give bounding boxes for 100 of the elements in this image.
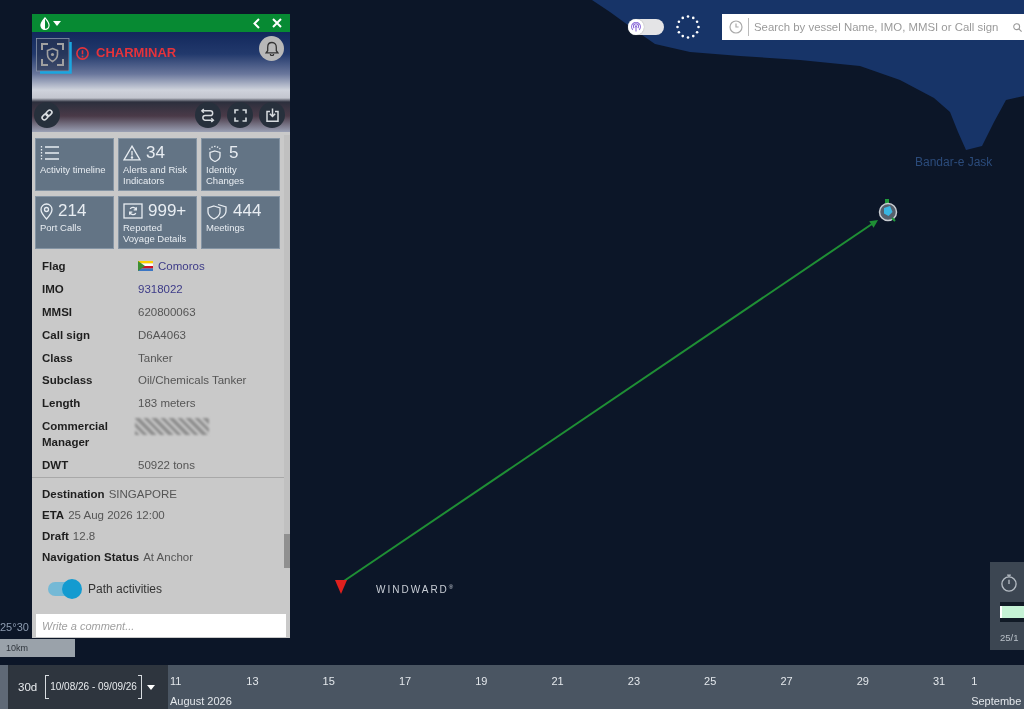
detail-label: Length (42, 396, 82, 412)
tile-label: Alerts and Risk Indicators (123, 165, 188, 186)
coordinate-label: 25°30 (0, 620, 29, 634)
comment-field[interactable]: Write a comment... (36, 614, 286, 637)
voyage-value: SINGAPORE (108, 487, 177, 500)
download-icon (265, 108, 279, 122)
route-icon (201, 107, 215, 123)
date-range: 10/08/26 - 09/09/26 (45, 675, 142, 699)
stat-tile[interactable]: 444 Meetings (201, 196, 280, 249)
tick-label: 25 (704, 674, 717, 688)
caret-down-icon[interactable] (146, 684, 155, 690)
voyage-value: 12.8 (72, 529, 96, 542)
refresh-frame-icon (123, 203, 143, 219)
tile-label: Port Calls (40, 223, 83, 234)
widget-date: 25/1 (1000, 632, 1020, 644)
detail-value: 620800063 (138, 304, 196, 320)
location-pin-icon (40, 202, 53, 220)
detail-value: 50922 tons (138, 457, 195, 473)
path-activities-toggle[interactable] (48, 579, 82, 599)
voyage-value: 25 Aug 2026 12:00 (68, 508, 165, 521)
download-button[interactable] (259, 102, 285, 128)
detail-value: Tanker (138, 350, 173, 366)
tick-label: 1 (971, 674, 978, 688)
drop-menu-button[interactable] (38, 15, 63, 31)
detail-label: MMSI (42, 304, 74, 320)
detail-label: DWT (42, 457, 70, 473)
brand-wordmark: WINDWARD$^{®}$ (376, 583, 454, 596)
detail-value: 183 meters (138, 396, 196, 412)
stat-tile[interactable]: 5 Identity Changes (201, 138, 280, 191)
scrollbar-thumb[interactable] (284, 534, 290, 568)
list-icon (40, 145, 60, 161)
search-field[interactable]: Search by vessel Name, IMO, MMSI or Call sign (722, 14, 1024, 40)
tile-label: Identity Changes (206, 165, 246, 186)
toggle-label: Path activities (88, 581, 163, 598)
tile-count: 444 (233, 201, 262, 221)
tile-count: 214 (58, 201, 87, 221)
route-button[interactable] (195, 102, 221, 128)
tick-label: 31 (933, 674, 946, 688)
detail-label: Commercial Manager (42, 418, 109, 450)
vessel-type-icon (36, 38, 72, 74)
tick-label: 15 (322, 674, 335, 688)
month-label: Septembe (971, 694, 1022, 708)
bell-button[interactable] (259, 36, 284, 61)
track-start-marker (335, 580, 347, 594)
flag-icon (138, 261, 153, 272)
tile-label: Activity timeline (40, 165, 107, 176)
vessel-marker-icon[interactable] (878, 199, 898, 222)
link-icon (40, 108, 54, 122)
shield-icon (206, 144, 224, 162)
warning-icon (123, 145, 141, 161)
detail-label: IMO (42, 282, 65, 298)
place-label: Bandar-e Jask (915, 154, 993, 170)
bell-icon (264, 41, 279, 56)
chevron-left-icon[interactable] (253, 17, 260, 29)
month-label: August 2026 (170, 694, 232, 708)
voyage-label: Draft (42, 529, 69, 542)
stat-tile[interactable]: 214 Port Calls (35, 196, 114, 249)
detail-label: Flag (42, 259, 67, 275)
detail-label: Call sign (42, 327, 91, 343)
dotted-ring-icon[interactable] (676, 15, 700, 39)
caret-down-icon (53, 20, 61, 26)
detail-label: Subclass (42, 373, 94, 389)
scrollbar-track[interactable] (284, 135, 290, 568)
detail-link[interactable]: 9318022 (138, 281, 183, 298)
stopwatch-icon (1000, 573, 1018, 592)
drop-icon (40, 16, 50, 30)
tick-label: 29 (856, 674, 869, 688)
layer-toggle[interactable] (628, 19, 664, 35)
detail-label: Class (42, 350, 74, 366)
stat-tile[interactable]: Activity timeline (35, 138, 114, 191)
tick-label: 11 (170, 674, 182, 688)
range-selector[interactable]: 30d 10/08/26 - 09/09/26 (10, 665, 168, 709)
timeline-handle[interactable] (0, 665, 10, 709)
tick-label: 17 (398, 674, 412, 688)
stat-tile[interactable]: 34 Alerts and Risk Indicators (118, 138, 197, 191)
stat-tile[interactable]: 999+ Reported Voyage Details (118, 196, 197, 249)
alert-icon (76, 47, 89, 60)
tick-label: 23 (627, 674, 641, 688)
detail-value: Oil/Chemicals Tanker (138, 373, 247, 389)
tile-count: 999+ (148, 201, 187, 221)
link-button[interactable] (34, 102, 60, 128)
search-icon[interactable] (1013, 22, 1022, 32)
broadcast-icon (631, 22, 641, 32)
tile-label: Reported Voyage Details (123, 223, 188, 244)
close-icon[interactable] (272, 18, 282, 28)
shields-icon (206, 202, 228, 220)
voyage-label: Navigation Status (42, 550, 140, 563)
detail-link[interactable]: Comoros (158, 258, 205, 275)
tick-label: 21 (551, 674, 564, 688)
voyage-label: ETA (42, 508, 65, 521)
detail-value: D6A4063 (138, 327, 186, 343)
tile-count: 5 (229, 143, 239, 163)
tile-count: 34 (146, 143, 165, 163)
fullscreen-icon (233, 108, 247, 122)
fullscreen-button[interactable] (227, 102, 253, 128)
voyage-value: At Anchor (143, 550, 193, 563)
vessel-name: CHARMINAR (96, 45, 177, 61)
tick-label: 27 (780, 674, 793, 688)
range-length: 30d (18, 680, 38, 694)
tile-label: Meetings (206, 223, 246, 234)
